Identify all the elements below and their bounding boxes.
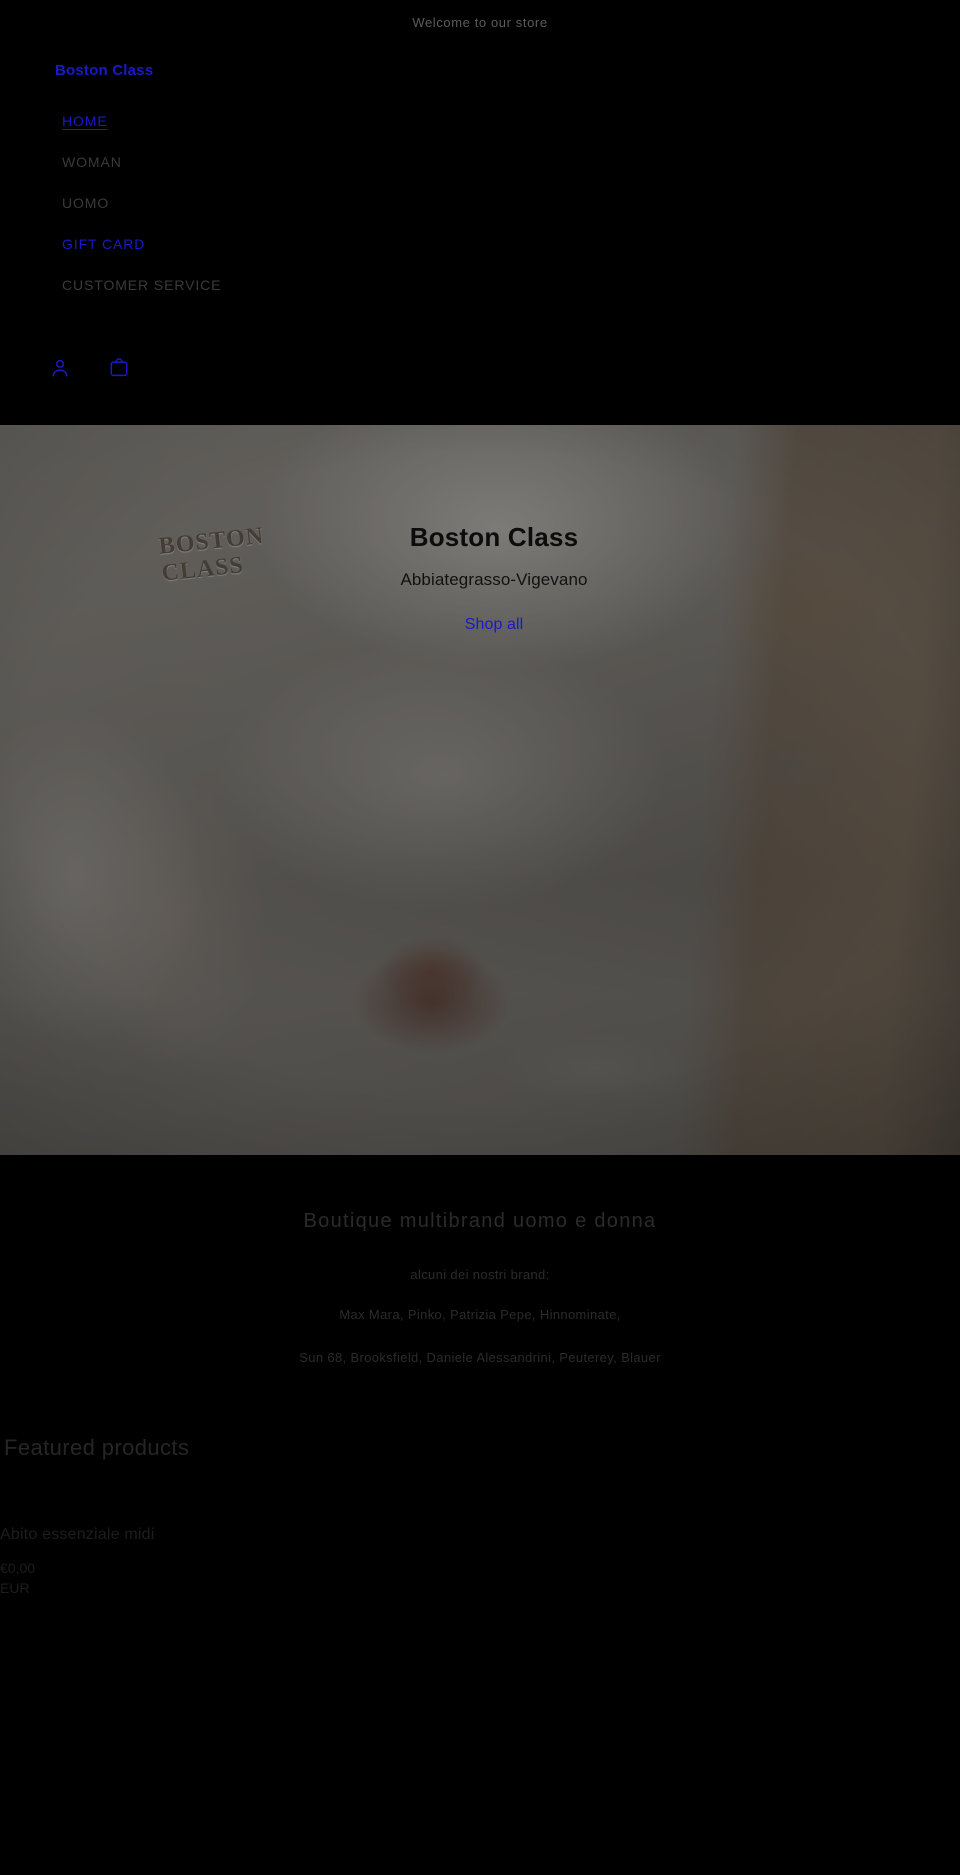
nav-item-woman[interactable]: WOMAN [0, 141, 960, 182]
featured-products-title: Featured products [4, 1435, 190, 1460]
announcement-text: Welcome to our store [412, 14, 548, 30]
site-logo-link[interactable]: Boston Class [55, 62, 153, 79]
product-price-amount: €0,00 [0, 1559, 36, 1576]
header-actions [0, 305, 960, 425]
product-price-currency: EUR [0, 1580, 30, 1597]
nav-link-woman[interactable]: WOMAN [62, 154, 122, 170]
nav-link-uomo[interactable]: UOMO [62, 195, 109, 211]
nav-item-gift-card[interactable]: GIFT CARD [0, 223, 960, 264]
featured-products-section: Featured products Abito essenziale midi … [0, 1411, 960, 1599]
cart-button[interactable] [106, 355, 132, 381]
account-icon [49, 357, 71, 379]
nav-link-customer-service[interactable]: CUSTOMER SERVICE [62, 277, 221, 293]
brand-list-line-1: Max Mara, Pinko, Patrizia Pepe, Hinnomin… [339, 1307, 621, 1322]
main-nav-list: HOME WOMAN UOMO GIFT CARD CUSTOMER SERVI… [0, 84, 960, 305]
brand-row: Boston Class [0, 58, 960, 84]
shop-all-button[interactable]: Shop all [465, 616, 524, 634]
richtext-section: Boutique multibrand uomo e donna alcuni … [0, 1155, 960, 1411]
nav-link-home[interactable]: HOME [62, 113, 108, 129]
hero-subtitle: Abbiategrasso-Vigevano [400, 569, 588, 589]
product-grid: Abito essenziale midi €0,00 EUR [0, 1461, 960, 1598]
site-header: Boston Class HOME WOMAN UOMO GIFT CARD C… [0, 44, 960, 425]
nav-item-customer-service[interactable]: CUSTOMER SERVICE [0, 264, 960, 305]
main-navigation: HOME WOMAN UOMO GIFT CARD CUSTOMER SERVI… [0, 84, 960, 305]
product-card[interactable]: Abito essenziale midi €0,00 EUR [0, 1525, 228, 1598]
account-button[interactable] [47, 355, 73, 381]
announcement-bar: Welcome to our store [0, 0, 960, 44]
nav-link-gift-card[interactable]: GIFT CARD [62, 236, 145, 252]
product-title-link[interactable]: Abito essenziale midi [0, 1525, 228, 1546]
cart-icon [108, 357, 130, 379]
hero-banner: BOSTON CLASS Boston Class Abbiategrasso-… [0, 425, 960, 1155]
brand-list-line-2: Sun 68, Brooksfield, Daniele Alessandrin… [299, 1349, 661, 1365]
nav-item-home[interactable]: HOME [0, 100, 960, 141]
hero-title: Boston Class [409, 522, 579, 552]
nav-item-uomo[interactable]: UOMO [0, 182, 960, 223]
richtext-lead: alcuni dei nostri brand: [410, 1267, 550, 1282]
product-price: €0,00 EUR [0, 1558, 228, 1599]
richtext-heading: Boutique multibrand uomo e donna [303, 1210, 657, 1232]
hero-content: Boston Class Abbiategrasso-Vigevano Shop… [0, 521, 960, 634]
